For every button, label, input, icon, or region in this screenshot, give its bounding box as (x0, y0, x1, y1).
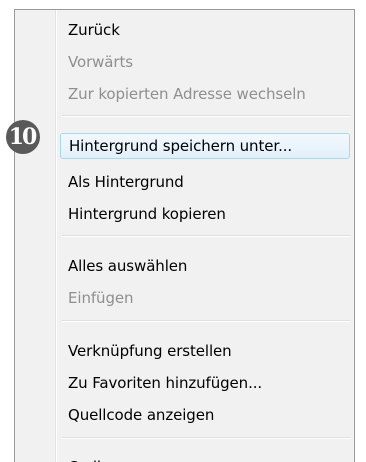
menu-item-select-all[interactable]: Alles auswählen (17, 253, 352, 279)
menu-item-forward: Vorwärts (68, 53, 133, 71)
menu-item-go-to-copied-address: Zur kopierten Adresse wechseln (68, 85, 306, 103)
menu-item-save-background-as[interactable]: Hintergrund speichern unter... (60, 133, 350, 159)
context-menu: Zurück Vorwärts Zur kopierten Adresse we… (14, 9, 355, 462)
menu-item-encoding[interactable]: Codierung (17, 454, 352, 462)
menu-separator (62, 235, 351, 237)
step-number-badge: 10 (6, 120, 40, 154)
menu-separator (62, 320, 351, 322)
menu-item-copy-background[interactable]: Hintergrund kopieren (17, 201, 352, 227)
menu-separator (62, 115, 351, 117)
menu-item-add-to-favorites[interactable]: Zu Favoriten hinzufügen... (17, 370, 352, 396)
menu-item-create-shortcut[interactable]: Verknüpfung erstellen (17, 338, 352, 364)
menu-separator (62, 437, 351, 439)
menu-item-back[interactable]: Zurück (17, 17, 352, 43)
menu-item-paste: Einfügen (68, 289, 134, 307)
screenshot-stage: Zurück Vorwärts Zur kopierten Adresse we… (0, 0, 366, 462)
menu-item-view-source[interactable]: Quellcode anzeigen (17, 402, 352, 428)
menu-item-set-as-background[interactable]: Als Hintergrund (17, 169, 352, 195)
